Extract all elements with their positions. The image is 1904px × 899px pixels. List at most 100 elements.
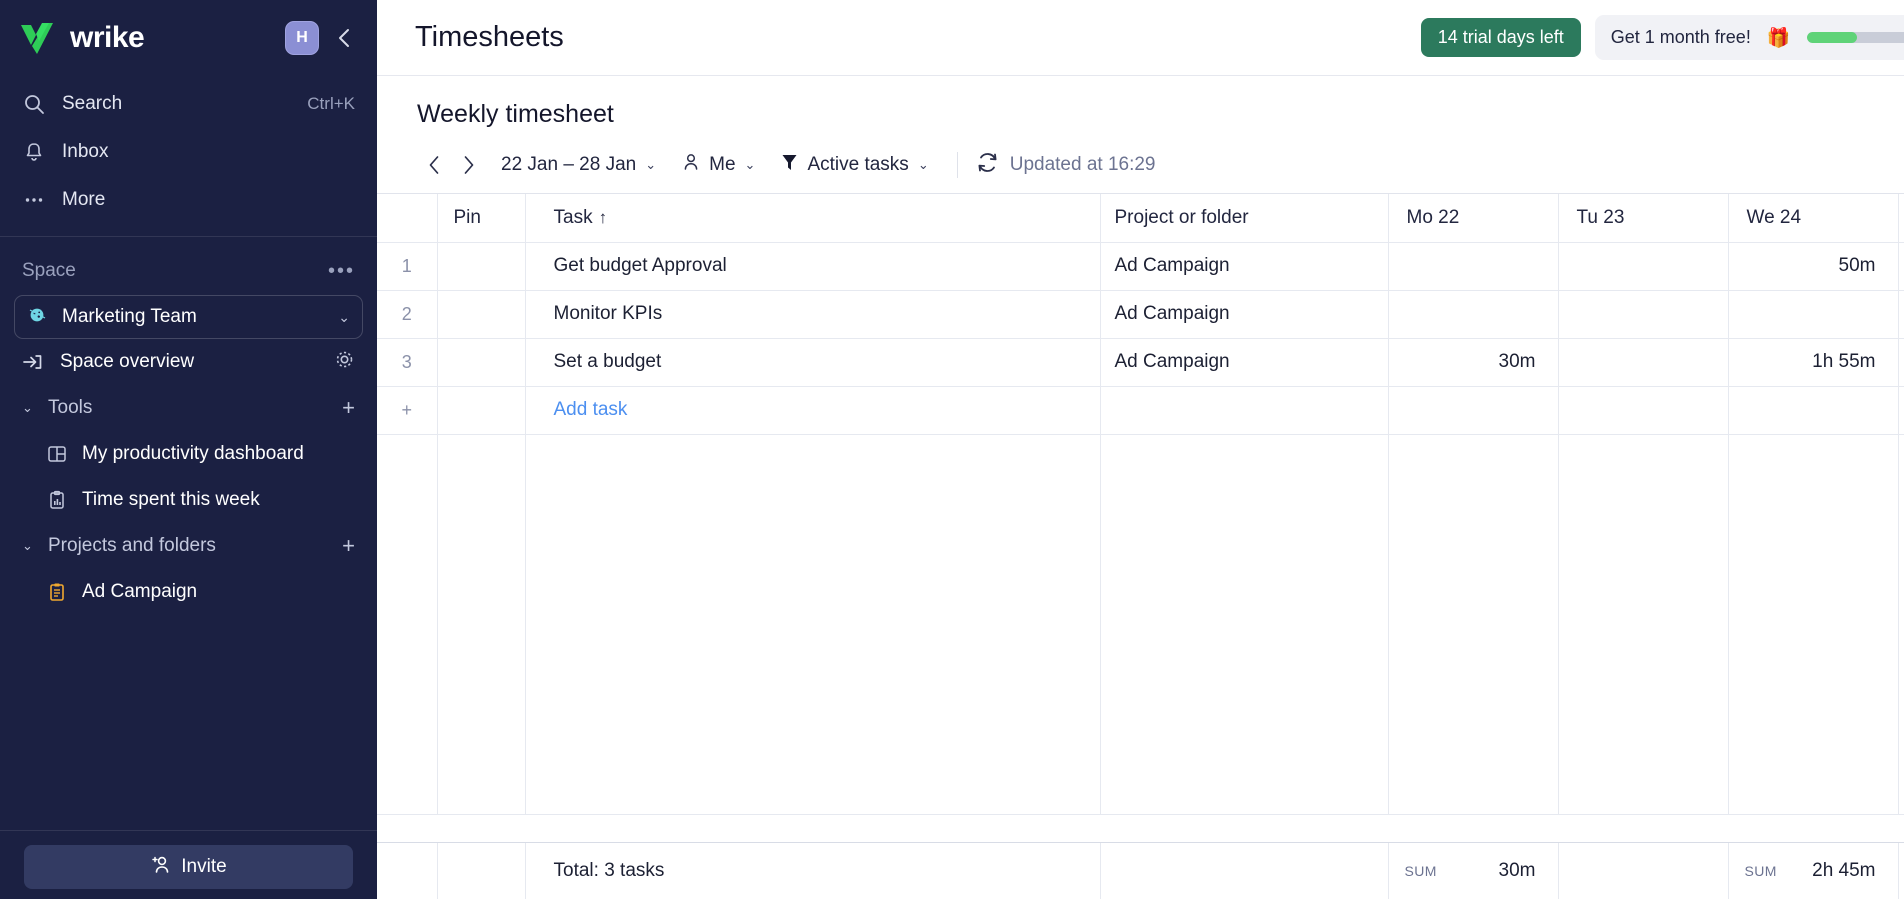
sidebar-group-tools[interactable]: ⌄ Tools +: [0, 385, 377, 431]
person-icon: [682, 152, 700, 178]
timesheet-footer: Total: 3 tasks SUM 30m SUM 2h 45m: [377, 842, 1904, 899]
assignee-filter-label: Me: [709, 154, 736, 175]
row-number: 2: [377, 290, 438, 339]
chevron-down-icon: ⌄: [22, 400, 33, 415]
sidebar-item-more-label: More: [62, 189, 106, 210]
timesheet-table: Pin Task ↑ Project or folder Mo 22 Tu 23 …: [377, 194, 1904, 815]
chevron-down-icon: ⌄: [22, 538, 33, 553]
table-filler-row: [377, 434, 1904, 815]
day-column-header-tu[interactable]: Tu 23: [1558, 194, 1729, 243]
add-project-plus-icon[interactable]: +: [342, 533, 355, 559]
top-header: Timesheets 14 trial days left Get 1 mont…: [377, 0, 1904, 76]
promo-label[interactable]: Get 1 month free!: [1611, 27, 1751, 48]
timesheet-footer-table: Total: 3 tasks SUM 30m SUM 2h 45m: [377, 843, 1904, 899]
time-entry-cell-tu-23[interactable]: [1558, 338, 1729, 387]
refresh-icon[interactable]: [976, 151, 999, 180]
main-content: Timesheets 14 trial days left Get 1 mont…: [377, 0, 1904, 899]
task-name-cell[interactable]: Monitor KPIs: [525, 290, 1101, 339]
sidebar-item-space-overview[interactable]: Space overview: [0, 339, 377, 385]
row-number: 3: [377, 338, 438, 387]
time-entry-cell[interactable]: [1898, 386, 1904, 435]
sidebar-tool-label: Time spent this week: [82, 489, 260, 510]
timesheet-table-body: 1 Get budget Approval Ad Campaign 50m 2 Monit…: [377, 242, 1904, 815]
sidebar-item-search-label: Search: [62, 93, 123, 114]
next-week-button[interactable]: [451, 148, 485, 182]
ellipsis-icon: [22, 189, 46, 211]
add-task-cell[interactable]: Add task: [525, 386, 1101, 435]
assignee-filter[interactable]: Me ⌄: [672, 146, 765, 184]
project-cell[interactable]: Ad Campaign: [1100, 290, 1389, 339]
sort-ascending-icon: ↑: [598, 207, 608, 227]
chevron-down-icon: ⌄: [645, 157, 657, 172]
project-cell: [1100, 386, 1389, 435]
task-column-header[interactable]: Task ↑: [525, 194, 1101, 243]
wrike-logo[interactable]: wrike: [20, 21, 275, 55]
pin-cell: [437, 386, 526, 435]
sidebar-item-search[interactable]: Search Ctrl+K: [0, 80, 377, 128]
footer-pin-cell: [437, 843, 526, 899]
task-status-filter[interactable]: Active tasks ⌄: [771, 146, 938, 184]
task-name-cell[interactable]: Get budget Approval: [525, 242, 1101, 291]
avatar[interactable]: H: [285, 21, 319, 55]
trial-days-badge[interactable]: 14 trial days left: [1420, 18, 1581, 57]
filler-cell: [377, 434, 438, 815]
sidebar-item-inbox[interactable]: Inbox: [0, 128, 377, 176]
time-entry-cell-th-25[interactable]: [1898, 242, 1904, 291]
time-entry-cell-mo-22[interactable]: [1388, 242, 1559, 291]
time-entry-cell-mo-22[interactable]: 30m: [1388, 338, 1559, 387]
time-entry-cell-tu-23[interactable]: [1558, 242, 1729, 291]
sum-label: SUM: [1744, 863, 1777, 879]
sidebar-item-my-productivity-dashboard[interactable]: My productivity dashboard: [0, 431, 377, 477]
task-name-cell[interactable]: Set a budget: [525, 338, 1101, 387]
time-entry-cell-we-24[interactable]: 50m: [1728, 242, 1899, 291]
pin-cell[interactable]: [437, 290, 526, 339]
table-row[interactable]: 1 Get budget Approval Ad Campaign 50m: [377, 242, 1904, 291]
time-entry-cell[interactable]: [1388, 386, 1559, 435]
sidebar-project-label: Ad Campaign: [82, 581, 198, 602]
sidebar-item-ad-campaign[interactable]: Ad Campaign: [0, 569, 377, 615]
time-entry-cell-mo-22[interactable]: [1388, 290, 1559, 339]
pin-column-header[interactable]: Pin: [437, 194, 526, 243]
gear-icon[interactable]: [334, 349, 355, 376]
pin-cell[interactable]: [437, 338, 526, 387]
invite-button[interactable]: Invite: [24, 845, 353, 889]
sidebar-item-marketing-team[interactable]: Marketing Team ⌄: [14, 295, 363, 339]
time-entry-cell[interactable]: [1558, 386, 1729, 435]
project-cell[interactable]: Ad Campaign: [1100, 338, 1389, 387]
sum-value: 2h 45m: [1812, 860, 1876, 881]
day-column-header-th[interactable]: Th 25: [1898, 194, 1904, 243]
table-header-row: Pin Task ↑ Project or folder Mo 22 Tu 23 …: [377, 194, 1904, 243]
project-column-header[interactable]: Project or folder: [1100, 194, 1389, 243]
previous-week-button[interactable]: [417, 148, 451, 182]
time-entry-cell[interactable]: [1728, 386, 1899, 435]
add-task-row[interactable]: + Add task: [377, 386, 1904, 435]
invite-button-label: Invite: [181, 856, 227, 877]
date-range-label: 22 Jan – 28 Jan: [501, 154, 637, 175]
add-task-link[interactable]: Add task: [554, 399, 628, 420]
table-row[interactable]: 3 Set a budget Ad Campaign 30m 1h 55m: [377, 338, 1904, 387]
time-entry-cell-we-24[interactable]: [1728, 290, 1899, 339]
add-tool-plus-icon[interactable]: +: [342, 395, 355, 421]
add-task-plus-icon[interactable]: +: [377, 386, 438, 435]
pin-cell[interactable]: [437, 242, 526, 291]
project-cell[interactable]: Ad Campaign: [1100, 242, 1389, 291]
sidebar-item-more[interactable]: More: [0, 176, 377, 224]
time-entry-cell-th-25[interactable]: [1898, 290, 1904, 339]
toolbar-divider: [956, 152, 958, 178]
footer-project-cell: [1100, 843, 1389, 899]
sidebar-item-time-spent-this-week[interactable]: Time spent this week: [0, 477, 377, 523]
time-entry-cell-we-24[interactable]: 1h 55m: [1728, 338, 1899, 387]
chevron-left-icon[interactable]: [329, 21, 359, 55]
table-row[interactable]: 2 Monitor KPIs Ad Campaign: [377, 290, 1904, 339]
timesheet-toolbar: 22 Jan – 28 Jan ⌄ Me ⌄ Active tasks ⌄ Up…: [377, 137, 1904, 193]
day-column-header-we[interactable]: We 24: [1728, 194, 1899, 243]
space-menu-ellipsis-icon[interactable]: •••: [328, 260, 355, 283]
filler-cell: [1558, 434, 1729, 815]
date-range-selector[interactable]: 22 Jan – 28 Jan ⌄: [491, 148, 666, 182]
dashboard-icon: [46, 444, 68, 464]
chevron-down-icon[interactable]: ⌄: [338, 309, 350, 326]
sidebar-group-projects-and-folders[interactable]: ⌄ Projects and folders +: [0, 523, 377, 569]
time-entry-cell-tu-23[interactable]: [1558, 290, 1729, 339]
day-column-header-mo[interactable]: Mo 22: [1388, 194, 1559, 243]
time-entry-cell-th-25[interactable]: [1898, 338, 1904, 387]
